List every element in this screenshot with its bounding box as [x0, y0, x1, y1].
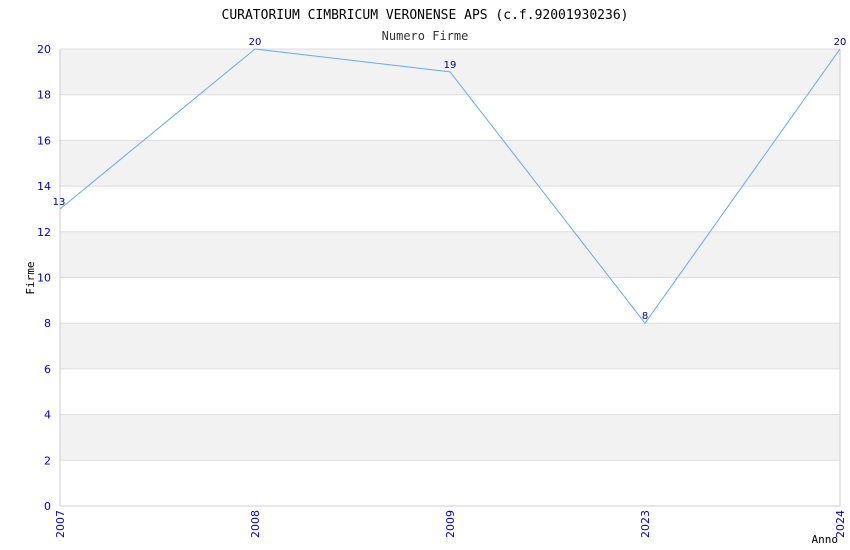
y-tick-label: 8 [44, 317, 51, 330]
x-tick-label: 2008 [249, 510, 262, 538]
x-tick-label: 2023 [639, 510, 652, 538]
y-tick-label: 12 [37, 226, 51, 239]
y-tick-label: 20 [37, 43, 51, 56]
x-tick-label: 2024 [834, 510, 847, 538]
data-label: 13 [53, 197, 66, 208]
data-label: 20 [249, 37, 262, 48]
x-tick-label: 2009 [444, 510, 457, 538]
data-label: 8 [642, 311, 648, 322]
background-band [60, 368, 840, 415]
chart-subtitle: Numero Firme [382, 29, 469, 43]
background-band [60, 231, 840, 278]
background-band [60, 186, 840, 232]
y-tick-label: 0 [44, 500, 51, 513]
y-tick-labels: 0 2 4 6 8 10 12 14 16 18 20 [37, 43, 51, 513]
y-tick-label: 14 [37, 180, 51, 193]
background-band [60, 414, 840, 461]
background-band [60, 94, 840, 141]
y-tick-label: 16 [37, 134, 51, 147]
y-tick-label: 4 [44, 409, 51, 422]
y-tick-label: 2 [44, 454, 51, 467]
y-tick-label: 18 [37, 89, 51, 102]
x-tick-labels: 2007 2008 2009 2023 2024 [54, 510, 847, 538]
chart-title: CURATORIUM CIMBRICUM VERONENSE APS (c.f.… [222, 8, 629, 23]
background-band [60, 460, 840, 506]
y-tick-label: 10 [37, 272, 51, 285]
data-label: 19 [444, 60, 457, 71]
line-chart: CURATORIUM CIMBRICUM VERONENSE APS (c.f.… [24, 8, 847, 546]
y-axis-label: Firme [24, 261, 37, 294]
background-band [60, 277, 840, 324]
data-label: 20 [834, 37, 847, 48]
background-band [60, 323, 840, 369]
x-tick-label: 2007 [54, 510, 67, 538]
y-tick-label: 6 [44, 363, 51, 376]
background-band [60, 140, 840, 187]
